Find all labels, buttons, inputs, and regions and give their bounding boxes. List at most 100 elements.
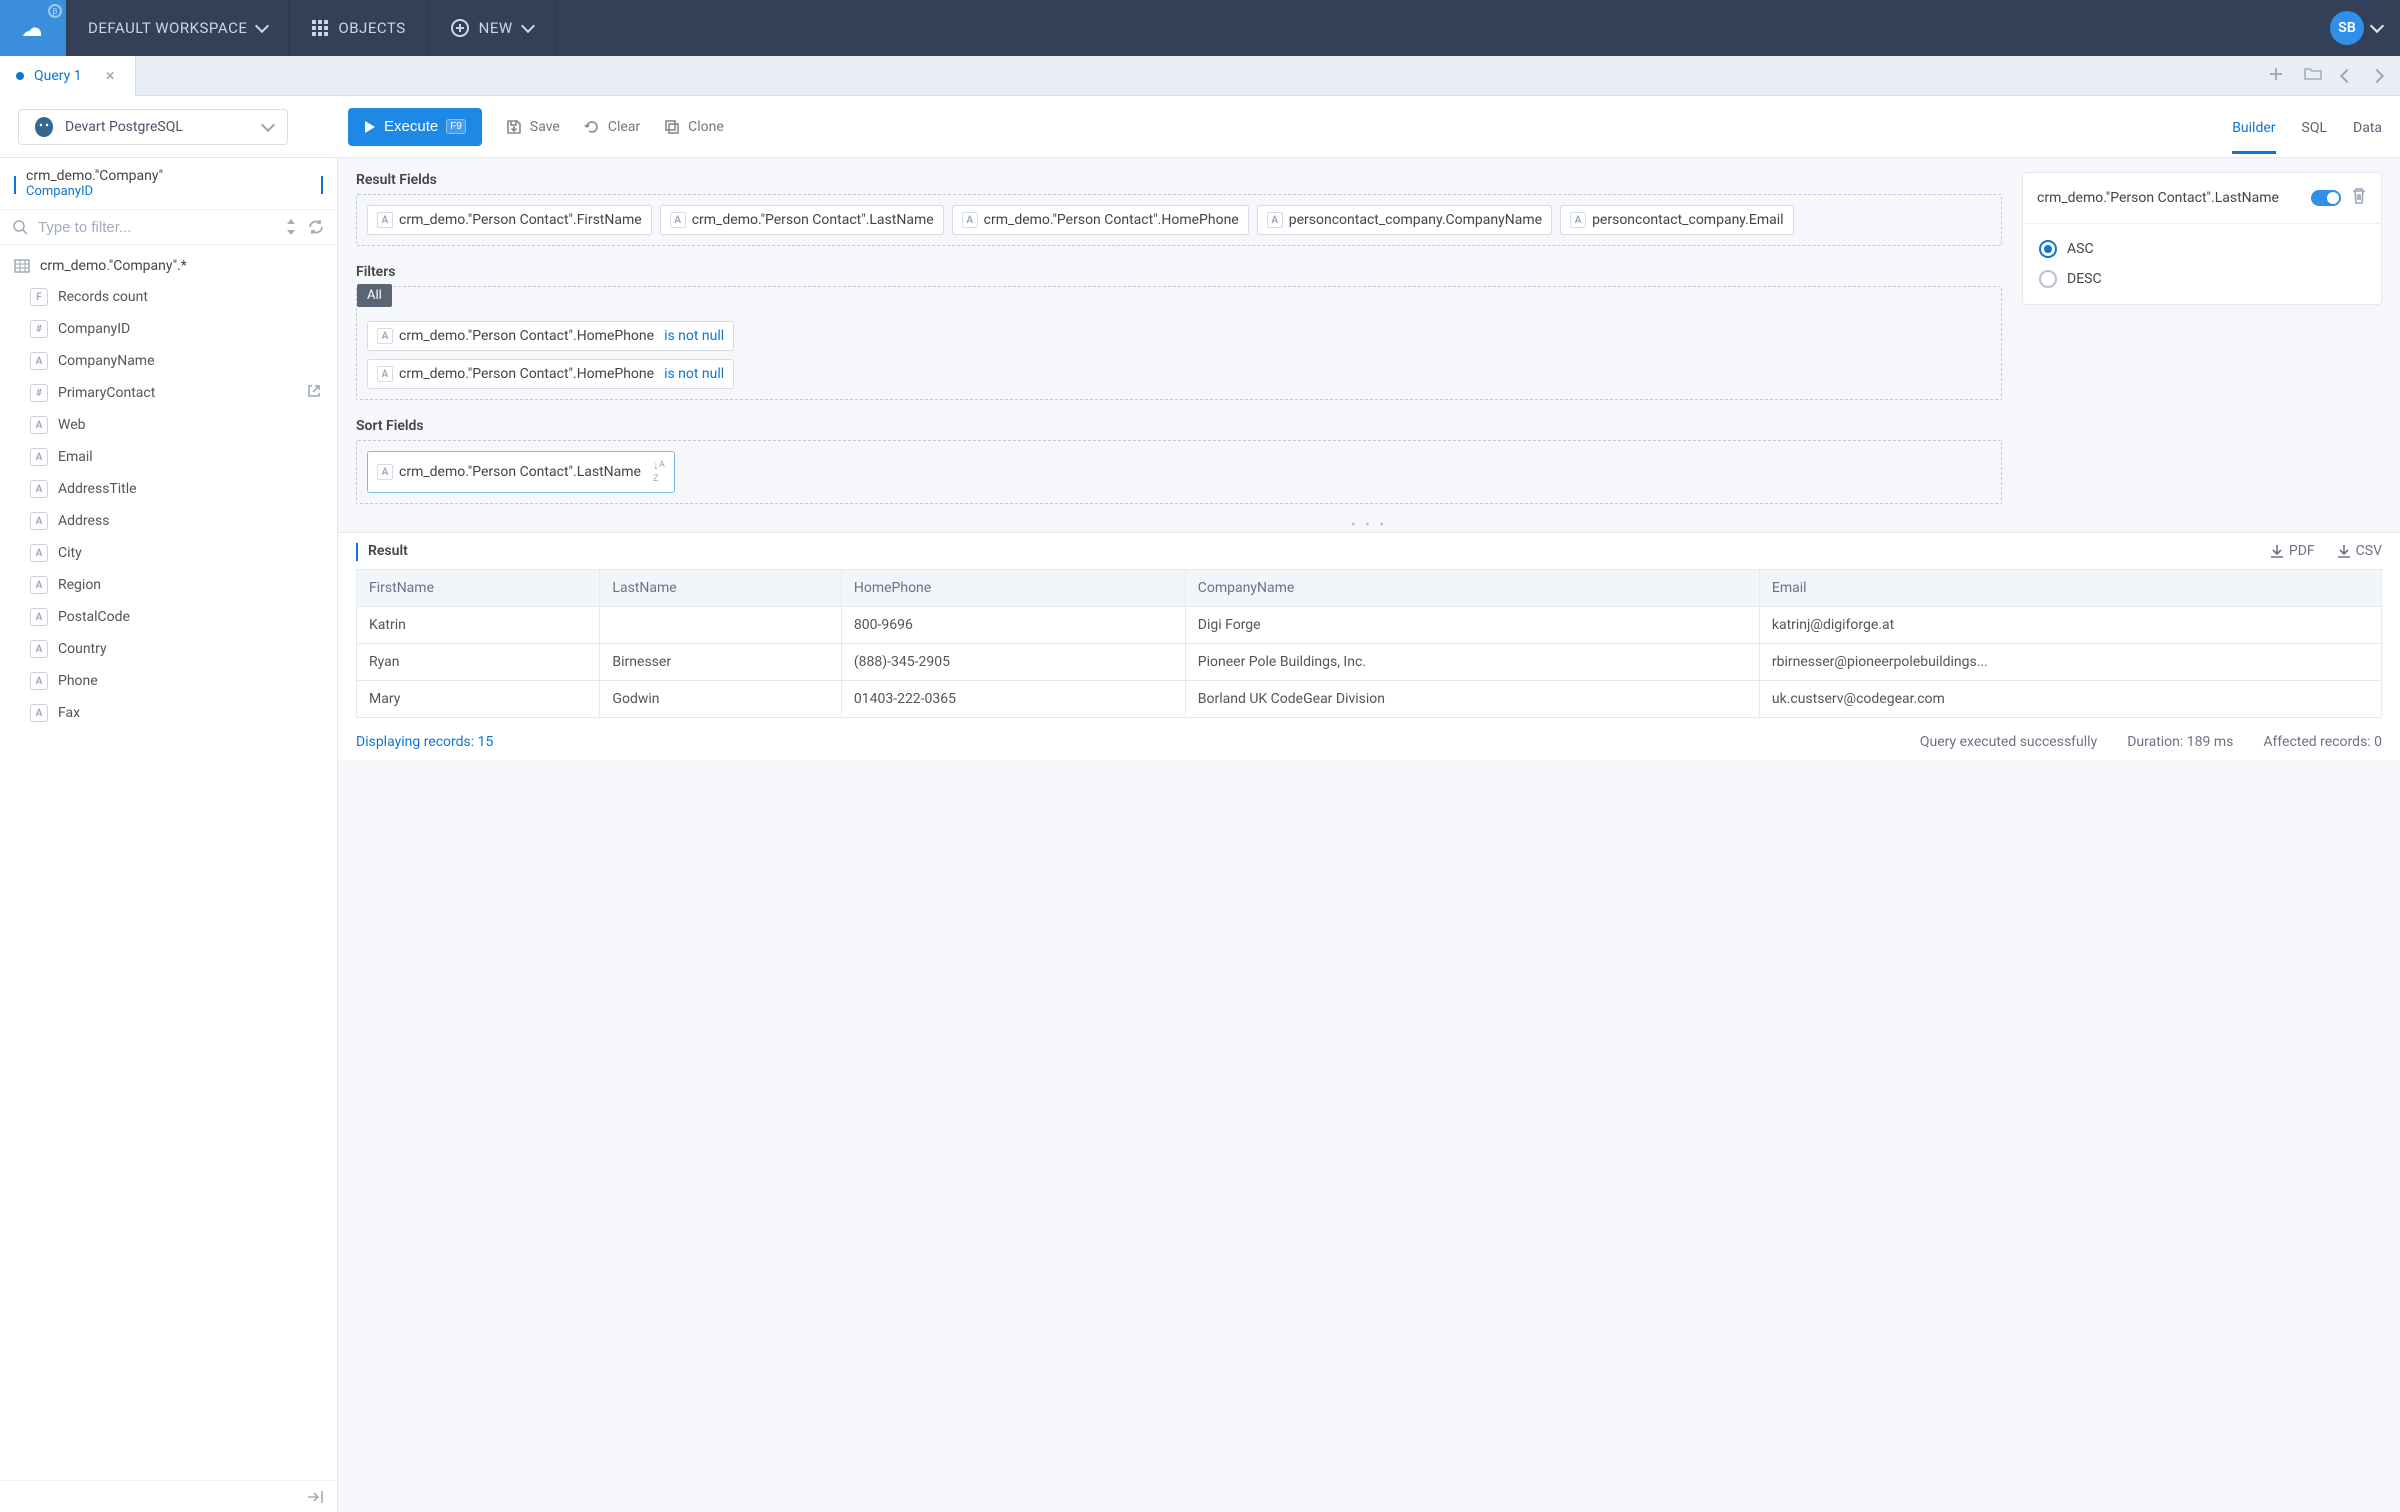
workspace-dropdown[interactable]: DEFAULT WORKSPACE bbox=[66, 0, 290, 56]
tree-item[interactable]: A Region bbox=[0, 569, 337, 601]
status-affected: Affected records: 0 bbox=[2263, 734, 2382, 750]
type-badge: A bbox=[30, 544, 48, 562]
breadcrumb: crm_demo."Company" CompanyID bbox=[0, 158, 337, 210]
sort-field-chip[interactable]: A crm_demo."Person Contact".LastName ↓AZ bbox=[367, 451, 675, 493]
tree-root[interactable]: crm_demo."Company".* bbox=[0, 251, 337, 281]
collapse-sidebar-icon[interactable] bbox=[307, 1490, 325, 1504]
add-tab-button[interactable] bbox=[2268, 66, 2284, 86]
column-header[interactable]: Email bbox=[1759, 570, 2381, 607]
sort-toggle-icon[interactable] bbox=[285, 219, 297, 235]
download-icon bbox=[2270, 544, 2284, 558]
tree-item[interactable]: A Web bbox=[0, 409, 337, 441]
dirty-indicator-icon bbox=[16, 72, 24, 80]
chevron-down-icon bbox=[255, 19, 269, 33]
breadcrumb-sub[interactable]: CompanyID bbox=[26, 184, 311, 199]
result-field-chip[interactable]: A crm_demo."Person Contact".FirstName bbox=[367, 205, 652, 235]
sort-asc-icon: ↓AZ bbox=[653, 458, 665, 486]
type-badge: A bbox=[30, 448, 48, 466]
grid-icon bbox=[312, 20, 328, 36]
tab-sql[interactable]: SQL bbox=[2302, 100, 2327, 154]
sort-asc-radio[interactable]: ASC bbox=[2039, 240, 2365, 258]
refresh-icon[interactable] bbox=[307, 218, 325, 236]
result-field-chip[interactable]: A crm_demo."Person Contact".LastName bbox=[660, 205, 944, 235]
result-field-chip[interactable]: A personcontact_company.Email bbox=[1560, 205, 1793, 235]
props-delete-button[interactable] bbox=[2351, 187, 2367, 209]
status-duration: Duration: 189 ms bbox=[2127, 734, 2233, 750]
table-row[interactable]: RyanBirnesser(888)-345-2905Pioneer Pole … bbox=[357, 644, 2382, 681]
column-header[interactable]: CompanyName bbox=[1185, 570, 1759, 607]
open-button[interactable] bbox=[2304, 66, 2322, 86]
tree-item[interactable]: A Phone bbox=[0, 665, 337, 697]
type-badge: A bbox=[30, 480, 48, 498]
properties-panel: crm_demo."Person Contact".LastName ASC D… bbox=[2022, 172, 2382, 305]
filters-mode[interactable]: All bbox=[357, 284, 392, 307]
result-fields-dropzone[interactable]: A crm_demo."Person Contact".FirstName A … bbox=[356, 194, 2002, 246]
type-badge: A bbox=[30, 352, 48, 370]
export-pdf-button[interactable]: PDF bbox=[2270, 543, 2315, 559]
breadcrumb-back[interactable] bbox=[14, 176, 16, 192]
app-logo[interactable]: β bbox=[0, 0, 66, 56]
tree-item[interactable]: # PrimaryContact bbox=[0, 377, 337, 409]
filters-dropzone[interactable]: All A crm_demo."Person Contact".HomePhon… bbox=[356, 286, 2002, 400]
trash-icon bbox=[2351, 187, 2367, 205]
column-header[interactable]: HomePhone bbox=[841, 570, 1185, 607]
result-panel: Result PDF CSV FirstNameLastNameHomePhon… bbox=[338, 532, 2400, 760]
execute-button[interactable]: Execute F9 bbox=[348, 108, 482, 146]
clone-button[interactable]: Clone bbox=[664, 119, 724, 135]
user-menu[interactable]: SB bbox=[2312, 0, 2400, 56]
tree-item[interactable]: A Email bbox=[0, 441, 337, 473]
tab-builder[interactable]: Builder bbox=[2232, 100, 2275, 154]
tree-item[interactable]: # CompanyID bbox=[0, 313, 337, 345]
tab-strip: Query 1 × bbox=[0, 56, 2400, 96]
breadcrumb-expand[interactable] bbox=[321, 176, 323, 192]
table-row[interactable]: Katrin800-9696Digi Forgekatrinj@digiforg… bbox=[357, 607, 2382, 644]
avatar-initials: SB bbox=[2330, 11, 2364, 45]
new-menu[interactable]: NEW bbox=[429, 0, 556, 56]
save-icon bbox=[506, 119, 522, 135]
plus-icon bbox=[2268, 66, 2284, 82]
sort-dropzone[interactable]: A crm_demo."Person Contact".LastName ↓AZ bbox=[356, 440, 2002, 504]
clear-button[interactable]: Clear bbox=[584, 119, 640, 135]
nav-next-button[interactable] bbox=[2372, 66, 2382, 86]
tree-item[interactable]: F Records count bbox=[0, 281, 337, 313]
filter-input[interactable] bbox=[38, 219, 275, 236]
type-badge: A bbox=[30, 416, 48, 434]
sort-desc-radio[interactable]: DESC bbox=[2039, 270, 2365, 288]
save-button[interactable]: Save bbox=[506, 119, 560, 135]
tree-item[interactable]: A AddressTitle bbox=[0, 473, 337, 505]
tree-item[interactable]: A City bbox=[0, 537, 337, 569]
column-header[interactable]: FirstName bbox=[357, 570, 600, 607]
tab-data[interactable]: Data bbox=[2353, 100, 2382, 154]
tree-item[interactable]: A Country bbox=[0, 633, 337, 665]
execute-label: Execute bbox=[384, 118, 438, 135]
connection-select[interactable]: Devart PostgreSQL bbox=[18, 109, 288, 145]
export-csv-button[interactable]: CSV bbox=[2337, 543, 2382, 559]
tree-item[interactable]: A Fax bbox=[0, 697, 337, 729]
connection-label: Devart PostgreSQL bbox=[65, 119, 253, 135]
chevron-left-icon bbox=[14, 176, 16, 194]
table-row[interactable]: MaryGodwin01403-222-0365Borland UK CodeG… bbox=[357, 681, 2382, 718]
close-tab-icon[interactable]: × bbox=[106, 66, 115, 86]
external-link-icon[interactable] bbox=[307, 384, 321, 402]
breadcrumb-title: crm_demo."Company" bbox=[26, 168, 311, 184]
objects-menu[interactable]: OBJECTS bbox=[290, 0, 428, 56]
nav-prev-button[interactable] bbox=[2342, 66, 2352, 86]
tree-item[interactable]: A CompanyName bbox=[0, 345, 337, 377]
tree-item[interactable]: A PostalCode bbox=[0, 601, 337, 633]
result-field-chip[interactable]: A crm_demo."Person Contact".HomePhone bbox=[952, 205, 1249, 235]
beta-badge: β bbox=[48, 4, 62, 18]
filters-section: Filters All A crm_demo."Person Contact".… bbox=[356, 264, 2002, 400]
query-tab[interactable]: Query 1 × bbox=[0, 56, 136, 96]
vertical-resize-handle[interactable]: • • • bbox=[338, 518, 2400, 532]
status-success: Query executed successfully bbox=[1920, 734, 2097, 750]
props-enabled-toggle[interactable] bbox=[2311, 190, 2341, 206]
tree-item[interactable]: A Address bbox=[0, 505, 337, 537]
filter-chip[interactable]: A crm_demo."Person Contact".HomePhone is… bbox=[367, 359, 734, 389]
type-badge: A bbox=[670, 212, 686, 228]
filter-chip[interactable]: A crm_demo."Person Contact".HomePhone is… bbox=[367, 321, 734, 351]
filter-row bbox=[0, 210, 337, 245]
workspace-label: DEFAULT WORKSPACE bbox=[88, 19, 247, 37]
result-field-chip[interactable]: A personcontact_company.CompanyName bbox=[1257, 205, 1552, 235]
column-header[interactable]: LastName bbox=[600, 570, 841, 607]
collapse-result-button[interactable] bbox=[356, 543, 358, 559]
